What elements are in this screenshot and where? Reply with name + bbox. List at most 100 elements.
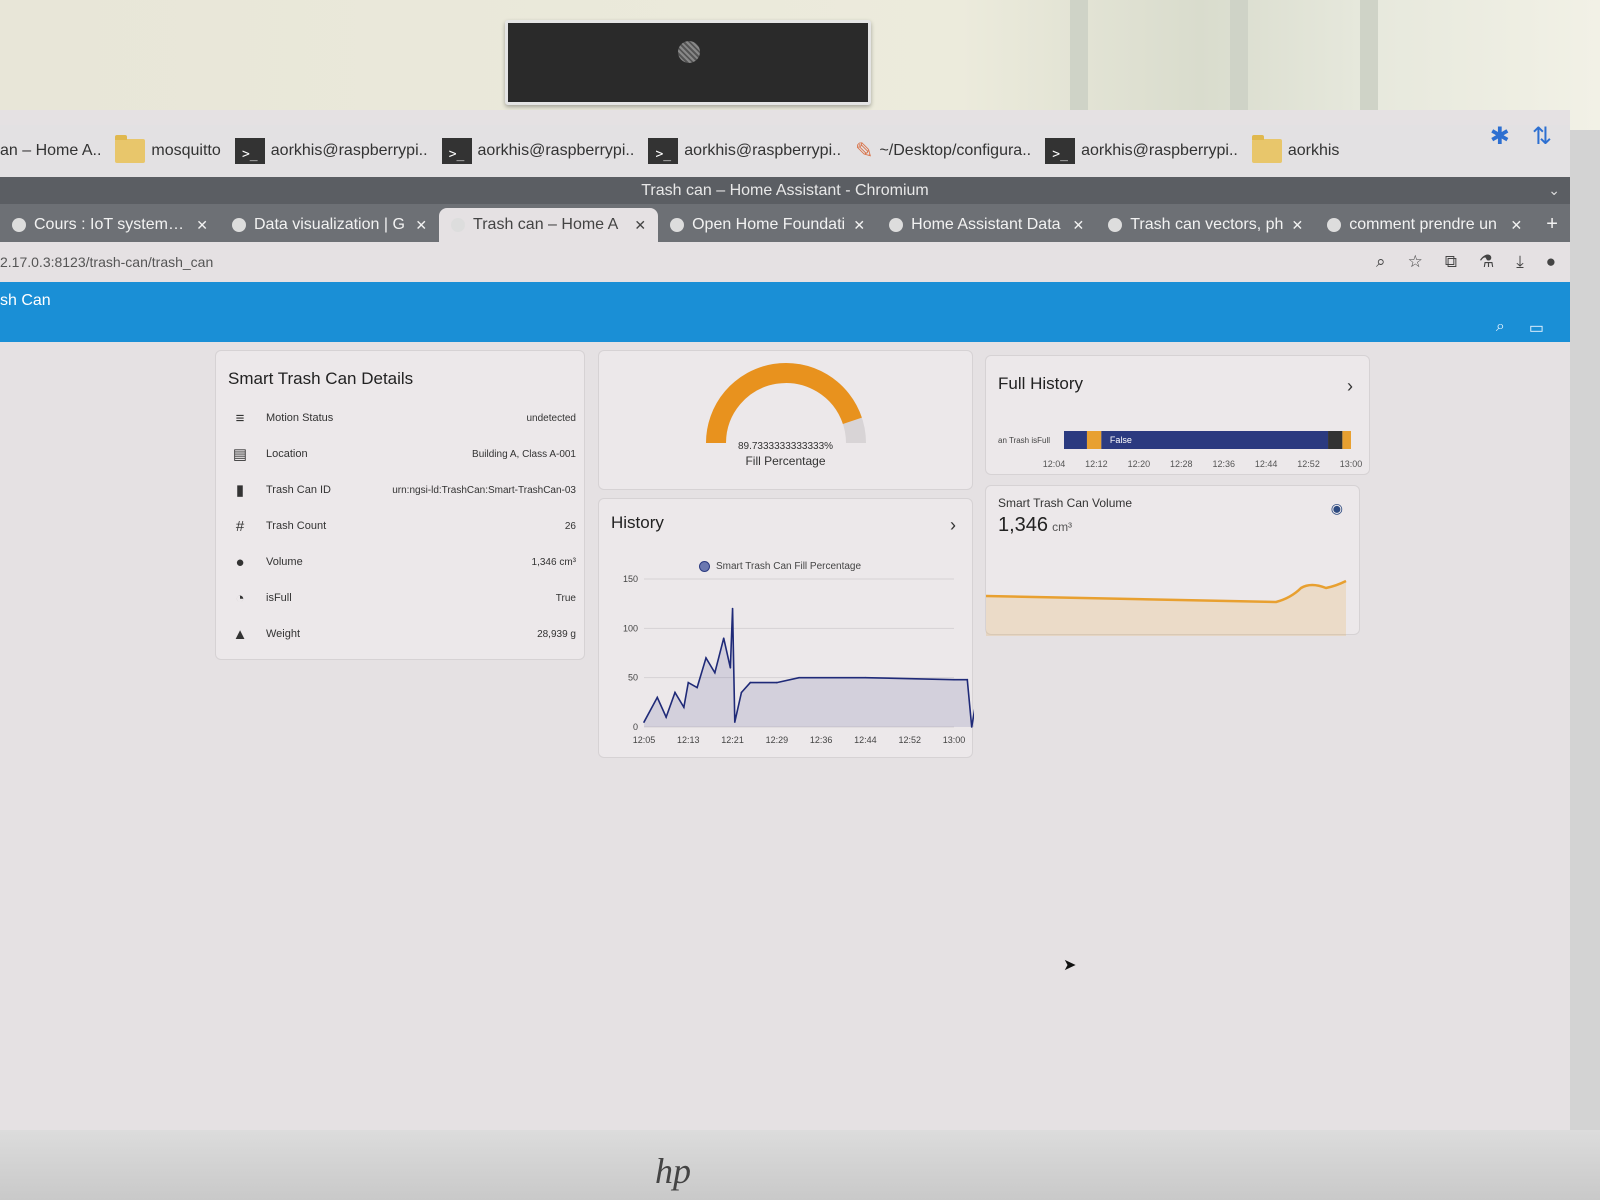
- taskbar-item[interactable]: an – Home A..: [0, 142, 115, 160]
- profile-icon[interactable]: ●: [1546, 252, 1556, 272]
- fill-gauge-card[interactable]: 89.7333333333333% Fill Percentage: [598, 350, 973, 490]
- details-row[interactable]: ≡ Motion Status undetected: [226, 403, 576, 433]
- series-point: [674, 691, 676, 694]
- header-actions: ⌕ ▭: [1496, 318, 1544, 338]
- taskbar-item-label: an – Home A..: [0, 142, 102, 159]
- timeline-segment[interactable]: [1328, 431, 1343, 449]
- timeline-tick-label: 12:20: [1128, 459, 1151, 469]
- monitor-bezel-right: [1570, 130, 1600, 1140]
- taskbar-item[interactable]: >_ aorkhis@raspberrypi..: [1045, 138, 1252, 164]
- details-row[interactable]: ▤ Location Building A, Class A-001: [226, 439, 576, 469]
- close-icon[interactable]: ✕: [1292, 217, 1304, 234]
- series-point: [705, 657, 707, 659]
- tab-strip: Cours : IoT system de ✕ Data visualization…: [0, 204, 1570, 242]
- monitor-screen: an – Home A.. mosquitto >_ aorkhis@raspberr…: [0, 110, 1570, 1130]
- x-tick-label: 12:36: [810, 735, 833, 745]
- chevron-down-icon[interactable]: ⌄: [1548, 177, 1560, 204]
- close-icon[interactable]: ✕: [1511, 217, 1523, 234]
- browser-toolbar: ⌕ ☆ ⧉ ⚗ ⤓ ●: [1376, 252, 1556, 272]
- browser-tab[interactable]: Trash can vectors, ph ✕: [1096, 208, 1315, 242]
- browser-tab[interactable]: Home Assistant Data ✕: [877, 208, 1096, 242]
- x-tick-label: 12:44: [854, 735, 877, 745]
- taskbar-item[interactable]: >_ aorkhis@raspberrypi..: [441, 138, 649, 164]
- series-point: [970, 726, 973, 728]
- details-row[interactable]: ▮ Trash Can ID urn:ngsi-ld:TrashCan:Smart-…: [226, 475, 576, 505]
- series-point: [687, 681, 690, 684]
- labs-flask-icon[interactable]: ⚗: [1479, 252, 1494, 272]
- taskbar-item[interactable]: >_ aorkhis@raspberrypi..: [648, 138, 855, 164]
- details-card-title: Smart Trash Can Details: [228, 369, 414, 388]
- series-point: [953, 678, 955, 681]
- webcam-lens: [678, 41, 700, 63]
- terminal-icon: >_: [648, 138, 679, 164]
- y-tick-label: 0: [633, 722, 638, 732]
- series-point: [749, 681, 752, 684]
- details-row[interactable]: # Trash Count 26: [226, 511, 576, 541]
- taskbar-item[interactable]: >_ aorkhis@raspberrypi..: [234, 138, 442, 164]
- volume-sensor-card[interactable]: Smart Trash Can Volume 1,346 cm³ ◉: [985, 485, 1360, 636]
- tab-label: Data visualization | G: [254, 216, 405, 233]
- details-row[interactable]: ● Volume 1,346 cm³: [226, 547, 576, 577]
- taskbar-item[interactable]: mosquitto: [115, 135, 234, 163]
- tab-label: comment prendre un: [1349, 216, 1497, 233]
- favicon-icon: [670, 218, 685, 232]
- browser-tab[interactable]: Trash can – Home A ✕: [439, 208, 659, 242]
- download-icon[interactable]: ⤓: [1516, 252, 1524, 272]
- window-title: Trash can – Home Assistant - Chromium: [641, 182, 929, 199]
- browser-tab[interactable]: Open Home Foundati ✕: [658, 208, 877, 242]
- close-icon[interactable]: ✕: [196, 217, 208, 234]
- taskbar-item[interactable]: ✎ ~/Desktop/configura..: [855, 138, 1045, 164]
- row-value: True: [555, 592, 576, 604]
- bookmark-star-icon[interactable]: ☆: [1408, 252, 1423, 272]
- system-tray: ✱ ⇅: [1490, 122, 1552, 151]
- timeline-segment[interactable]: [1342, 431, 1351, 449]
- terminal-icon: >_: [1045, 138, 1076, 164]
- tab-label: Cours : IoT system de: [34, 216, 189, 233]
- terminal-icon: >_: [441, 138, 472, 164]
- browser-tab[interactable]: Cours : IoT system de ✕: [0, 208, 220, 242]
- dashboard-title: sh Can: [0, 292, 51, 309]
- favicon-icon: [232, 218, 246, 232]
- taskbar-item[interactable]: aorkhis: [1251, 135, 1354, 163]
- close-icon[interactable]: ✕: [634, 217, 646, 234]
- extensions-icon[interactable]: ⧉: [1445, 252, 1457, 272]
- series-point: [776, 681, 778, 684]
- favicon-icon: [1327, 218, 1342, 232]
- series-point: [696, 686, 698, 689]
- timeline-segment[interactable]: [1064, 431, 1087, 449]
- new-tab-icon[interactable]: +: [1534, 213, 1570, 242]
- favicon-icon: [1108, 218, 1123, 232]
- full-history-card: Full History › an Trash isFull False 12:04…: [985, 355, 1370, 475]
- series-point: [665, 716, 667, 718]
- url-field[interactable]: 2.17.0.3:8123/trash-can/trash_can: [0, 254, 213, 270]
- timeline-segment[interactable]: [1086, 431, 1102, 449]
- close-icon[interactable]: ✕: [1072, 217, 1084, 234]
- close-icon[interactable]: ✕: [415, 217, 427, 234]
- timeline-segment[interactable]: [1101, 431, 1329, 449]
- search-icon[interactable]: ⌕: [1496, 318, 1505, 338]
- network-transfer-icon[interactable]: ⇅: [1532, 122, 1552, 151]
- close-icon[interactable]: ✕: [853, 217, 865, 234]
- browser-tab[interactable]: comment prendre un ✕: [1315, 208, 1534, 242]
- row-value: undetected: [526, 412, 577, 424]
- row-label: Trash Count: [266, 520, 327, 532]
- x-tick-label: 12:05: [633, 735, 656, 745]
- assist-chat-icon[interactable]: ▭: [1529, 318, 1544, 338]
- volume-icon: ●: [235, 553, 245, 571]
- pencil-icon: ✎: [855, 138, 874, 163]
- browser-tab[interactable]: Data visualization | G ✕: [220, 208, 439, 242]
- row-label: Trash Can ID: [266, 484, 332, 496]
- folder-icon: [115, 135, 146, 163]
- taskbar-item-label: ~/Desktop/configura..: [879, 142, 1032, 159]
- details-row[interactable]: ◔ isFull True: [226, 583, 576, 613]
- x-tick-label: 12:52: [898, 735, 921, 745]
- series-point: [656, 696, 659, 699]
- series-point: [714, 671, 716, 674]
- timeline-tick-label: 12:44: [1255, 459, 1278, 469]
- details-row[interactable]: ▲ Weight 28,939 g: [226, 619, 576, 649]
- mouse-cursor: ➤: [1063, 957, 1077, 974]
- zoom-icon[interactable]: ⌕: [1376, 252, 1386, 272]
- bluetooth-icon[interactable]: ✱: [1490, 122, 1510, 151]
- motion-icon: ≡: [235, 409, 245, 427]
- series-point: [722, 637, 725, 639]
